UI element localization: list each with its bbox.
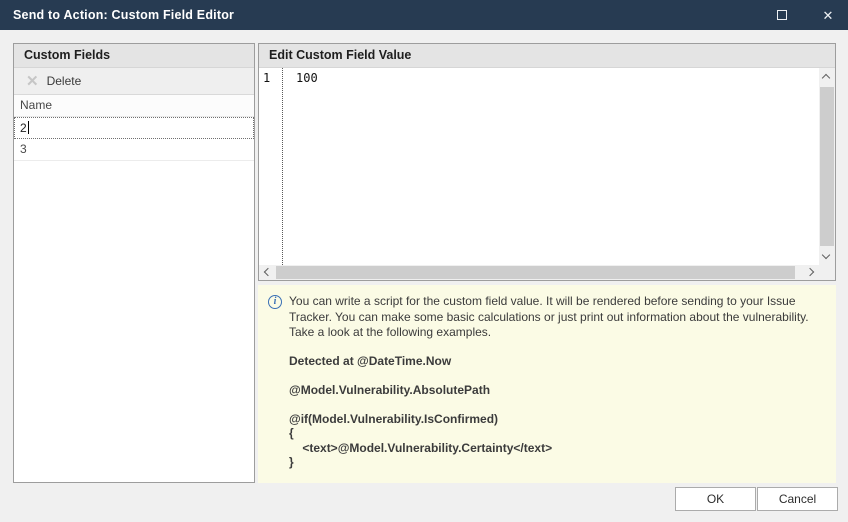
maximize-button[interactable] bbox=[766, 0, 798, 30]
horizontal-scrollbar[interactable] bbox=[259, 265, 819, 280]
info-icon: i bbox=[268, 295, 282, 309]
field-name-cell[interactable]: 2 bbox=[20, 121, 27, 135]
example-line: Detected at @DateTime.Now bbox=[289, 354, 826, 369]
script-examples: Detected at @DateTime.Now @Model.Vulnera… bbox=[289, 354, 826, 470]
dialog-title: Send to Action: Custom Field Editor bbox=[0, 8, 234, 22]
field-row-editing[interactable]: 2 bbox=[14, 117, 254, 139]
scroll-down-icon[interactable] bbox=[822, 251, 830, 259]
edit-value-panel: Edit Custom Field Value 1 100 bbox=[258, 43, 836, 281]
script-help-infobox: i You can write a script for the custom … bbox=[258, 285, 836, 483]
scroll-left-icon[interactable] bbox=[264, 268, 272, 276]
scroll-up-icon[interactable] bbox=[822, 74, 830, 82]
custom-fields-toolbar: ✕ Delete bbox=[14, 68, 254, 95]
titlebar[interactable]: Send to Action: Custom Field Editor ✕ bbox=[0, 0, 848, 30]
field-name-cell[interactable]: 3 bbox=[20, 142, 27, 156]
edit-value-header: Edit Custom Field Value bbox=[259, 44, 835, 68]
name-column-header: Name bbox=[14, 95, 254, 117]
field-row[interactable]: 3 bbox=[14, 139, 254, 161]
line-number-gutter: 1 bbox=[259, 68, 283, 265]
cancel-button[interactable]: Cancel bbox=[757, 487, 838, 511]
horizontal-scroll-thumb[interactable] bbox=[276, 266, 795, 279]
ok-button[interactable]: OK bbox=[675, 487, 756, 511]
example-line: @if(Model.Vulnerability.IsConfirmed) bbox=[289, 412, 826, 427]
close-icon: ✕ bbox=[823, 9, 834, 22]
delete-icon: ✕ bbox=[26, 74, 39, 89]
code-editor[interactable]: 1 100 bbox=[259, 68, 819, 265]
custom-fields-panel: Custom Fields ✕ Delete Name 2 3 bbox=[13, 43, 255, 483]
delete-button[interactable]: Delete bbox=[47, 74, 82, 88]
dialog-window: Send to Action: Custom Field Editor ✕ Cu… bbox=[0, 0, 848, 522]
editor-content[interactable]: 100 bbox=[283, 68, 318, 265]
example-line: <text>@Model.Vulnerability.Certainty</te… bbox=[289, 441, 826, 456]
maximize-icon bbox=[777, 10, 787, 20]
vertical-scroll-thumb[interactable] bbox=[820, 87, 834, 246]
vertical-scrollbar[interactable] bbox=[819, 68, 835, 265]
info-text: You can write a script for the custom fi… bbox=[289, 294, 826, 341]
scroll-right-icon[interactable] bbox=[806, 268, 814, 276]
text-caret bbox=[28, 121, 29, 134]
custom-fields-header: Custom Fields bbox=[14, 44, 254, 68]
example-line: { bbox=[289, 426, 826, 441]
close-button[interactable]: ✕ bbox=[812, 0, 844, 30]
example-line: @Model.Vulnerability.AbsolutePath bbox=[289, 383, 826, 398]
example-line: } bbox=[289, 455, 826, 470]
window-controls: ✕ bbox=[766, 0, 844, 30]
